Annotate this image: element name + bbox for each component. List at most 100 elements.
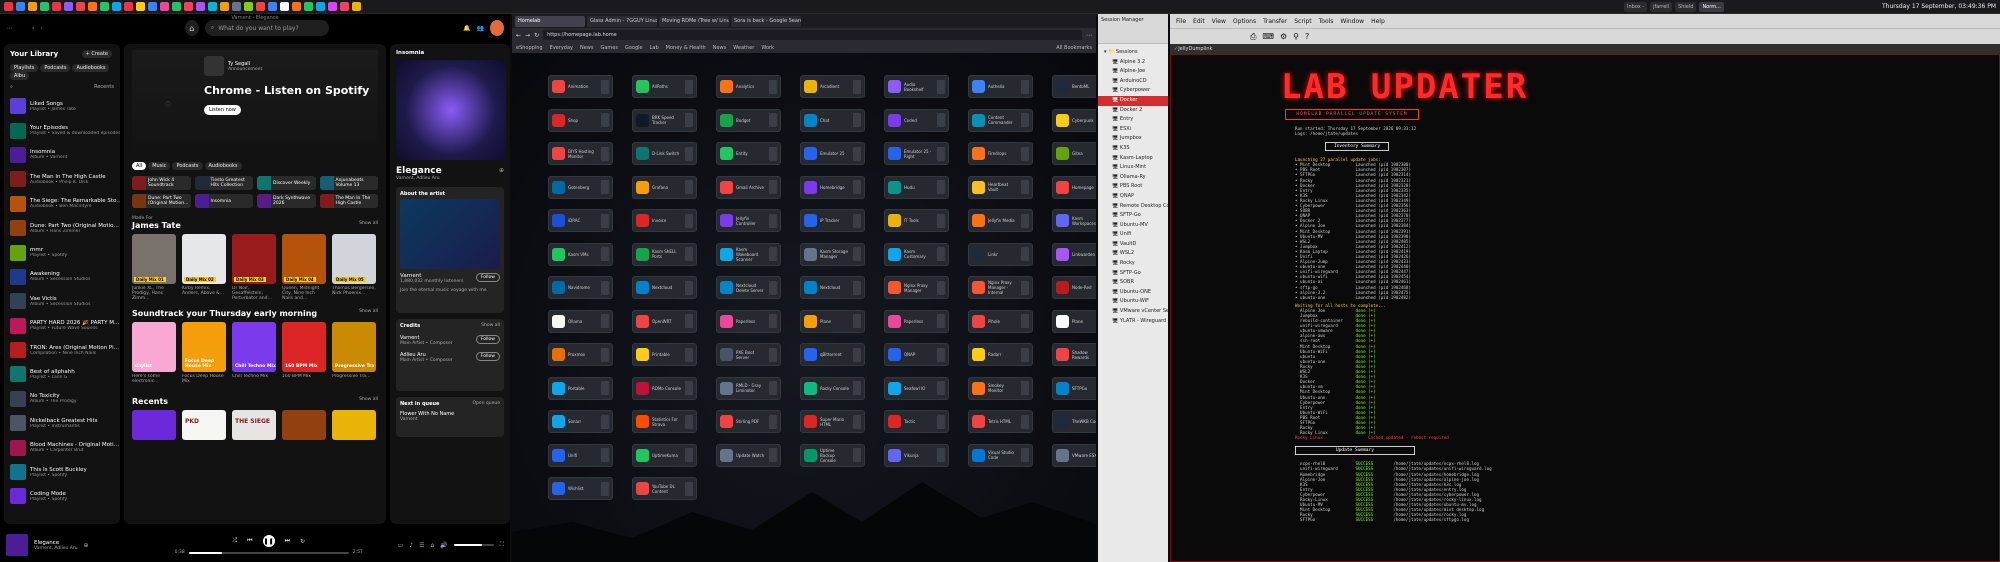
section-title[interactable]: Soundtrack your Thursday early morning [132,309,317,318]
service-tile[interactable]: Linkr [968,242,1033,266]
service-tile[interactable]: Shop [548,108,613,132]
previous-icon[interactable]: ⏮ [247,537,252,545]
service-menu-handle[interactable] [769,381,777,395]
service-tile[interactable]: Nextcloud [800,276,865,299]
recents-sort[interactable]: Recents [94,84,114,90]
app-icon[interactable] [100,2,109,11]
library-item[interactable]: Vae Victis Album • Secession Studios [10,289,114,313]
service-tile[interactable]: Smokey Monitor [968,376,1033,400]
filter-icon[interactable]: ⚲ [1293,32,1299,41]
reload-icon[interactable]: ↻ [534,32,539,39]
repeat-icon[interactable]: ↻ [300,538,305,545]
service-tile[interactable]: Node-Red [1052,276,1096,299]
app-icon[interactable] [4,2,13,11]
shortcut-tile[interactable]: The Man In The High Castle [319,194,378,208]
queue-icon[interactable]: ☰ [419,542,424,549]
service-menu-handle[interactable] [685,146,693,161]
service-tile[interactable]: Gotenberg [548,175,613,199]
service-menu-handle[interactable] [601,414,609,429]
service-menu-handle[interactable] [769,448,777,462]
service-menu-handle[interactable] [853,414,861,429]
service-menu-handle[interactable] [601,180,609,194]
service-tile[interactable]: Audio Bookshelf [884,75,949,98]
library-item[interactable]: mmr Playlist • Spotify [10,240,114,264]
service-tile[interactable]: Grafana [632,175,697,199]
menu-item[interactable]: View [1212,18,1226,25]
library-item[interactable]: Nickelback Greatest Hits Playlist • Instr… [10,411,114,435]
search-library-icon[interactable]: ⌕ [10,84,13,90]
service-menu-handle[interactable] [1021,146,1029,161]
service-tile[interactable]: BentoML [1052,75,1096,98]
service-tile[interactable]: Nginx Proxy Manager - Internal [968,276,1033,299]
service-tile[interactable]: TheWKB Code [1052,410,1096,433]
shuffle-icon[interactable]: ⤮ [232,537,237,545]
service-menu-handle[interactable] [685,247,693,261]
service-menu-handle[interactable] [601,113,609,127]
service-tile[interactable]: Emulator 25 [800,142,865,165]
service-menu-handle[interactable] [853,213,861,228]
session-item[interactable]: 🖥 SFTP-Go [1098,269,1168,279]
service-tile[interactable]: Heartbeat Vault [968,175,1033,199]
service-tile[interactable]: Gitea [1052,142,1096,165]
menu-item[interactable]: Window [1340,18,1364,25]
browser-tab[interactable]: Sora is back - Google Search [731,15,801,27]
follow-button[interactable]: Follow [475,335,500,344]
service-tile[interactable]: Content Commander [968,108,1033,132]
service-menu-handle[interactable] [769,79,777,94]
library-item[interactable]: Dune: Part Two (Original Motion Pictur..… [10,216,120,240]
session-item[interactable]: 🖥 Linux-Mint [1098,163,1168,173]
mood-card[interactable]: daylist Here's some electronic... [132,322,176,389]
service-tile[interactable]: Update Watch [716,443,781,467]
terminal-output[interactable]: LAB UPDATER HOMELAB PARALLEL UPDATE SYST… [1170,54,2000,562]
service-menu-handle[interactable] [601,213,609,228]
session-item[interactable]: 🖥 ArduinoCD [1098,77,1168,87]
app-icon[interactable] [112,2,121,11]
service-menu-handle[interactable] [601,347,609,362]
now-playing-artists[interactable]: Varnent, Adlieu Aru [396,176,442,181]
service-menu-handle[interactable] [1021,213,1029,228]
recent-card[interactable] [282,410,326,440]
service-menu-handle[interactable] [937,146,945,161]
create-button[interactable]: + Create [81,50,112,58]
menu-item[interactable]: File [1176,18,1186,25]
menu-item[interactable]: Transfer [1263,18,1287,25]
service-menu-handle[interactable] [601,146,609,161]
service-menu-handle[interactable] [853,247,861,261]
volume-icon[interactable]: 🔊 [440,542,447,549]
service-tile[interactable]: Kasm VMs [548,242,613,266]
show-all-link[interactable]: Show all [359,221,378,230]
app-icon[interactable] [340,2,349,11]
service-menu-handle[interactable] [769,113,777,127]
service-menu-handle[interactable] [1021,113,1029,127]
session-item[interactable]: 🖥 QNAP [1098,192,1168,202]
recent-card[interactable]: THE SIEGE [232,410,276,440]
shortcut-tile[interactable]: John Wick 4 Soundtrack [132,176,191,190]
filter-chip[interactable]: Audiobooks [72,64,110,72]
avatar[interactable] [489,20,504,36]
service-tile[interactable]: Rocky Console [800,376,865,400]
session-item[interactable]: 🖥 Docker [1098,95,1168,106]
browser-tab[interactable]: Glass Admin - 7GGUY Linux [587,15,657,27]
service-tile[interactable]: Vikunja [884,443,949,467]
service-tile[interactable]: PXE Boot Server [716,343,781,366]
service-menu-handle[interactable] [937,180,945,194]
service-tile[interactable]: Gmail Archive [716,175,781,199]
service-tile[interactable]: Radarr [968,343,1033,366]
app-icon[interactable] [244,2,253,11]
service-tile[interactable]: Invoice [632,209,697,232]
service-menu-handle[interactable] [685,481,693,496]
forward-icon[interactable]: → [525,32,530,39]
session-item[interactable]: 🖥 YLATR - Wireguard [1098,317,1168,327]
service-tile[interactable]: Printable [632,343,697,366]
taskbar-task[interactable]: Inbox - [1624,1,1648,12]
bookmark-item[interactable]: Everyday [550,45,573,51]
service-menu-handle[interactable] [853,180,861,194]
show-all-link[interactable]: Show all [359,309,378,318]
add-icon[interactable]: ⊕ [499,167,504,174]
service-tile[interactable]: Budget [716,108,781,132]
service-menu-handle[interactable] [853,146,861,161]
open-queue-link[interactable]: Open queue [472,401,500,407]
pause-button[interactable]: ❚❚ [262,535,275,547]
taskbar-task[interactable]: jfarrell [1650,1,1673,12]
service-tile[interactable]: Firedrops [968,142,1033,165]
